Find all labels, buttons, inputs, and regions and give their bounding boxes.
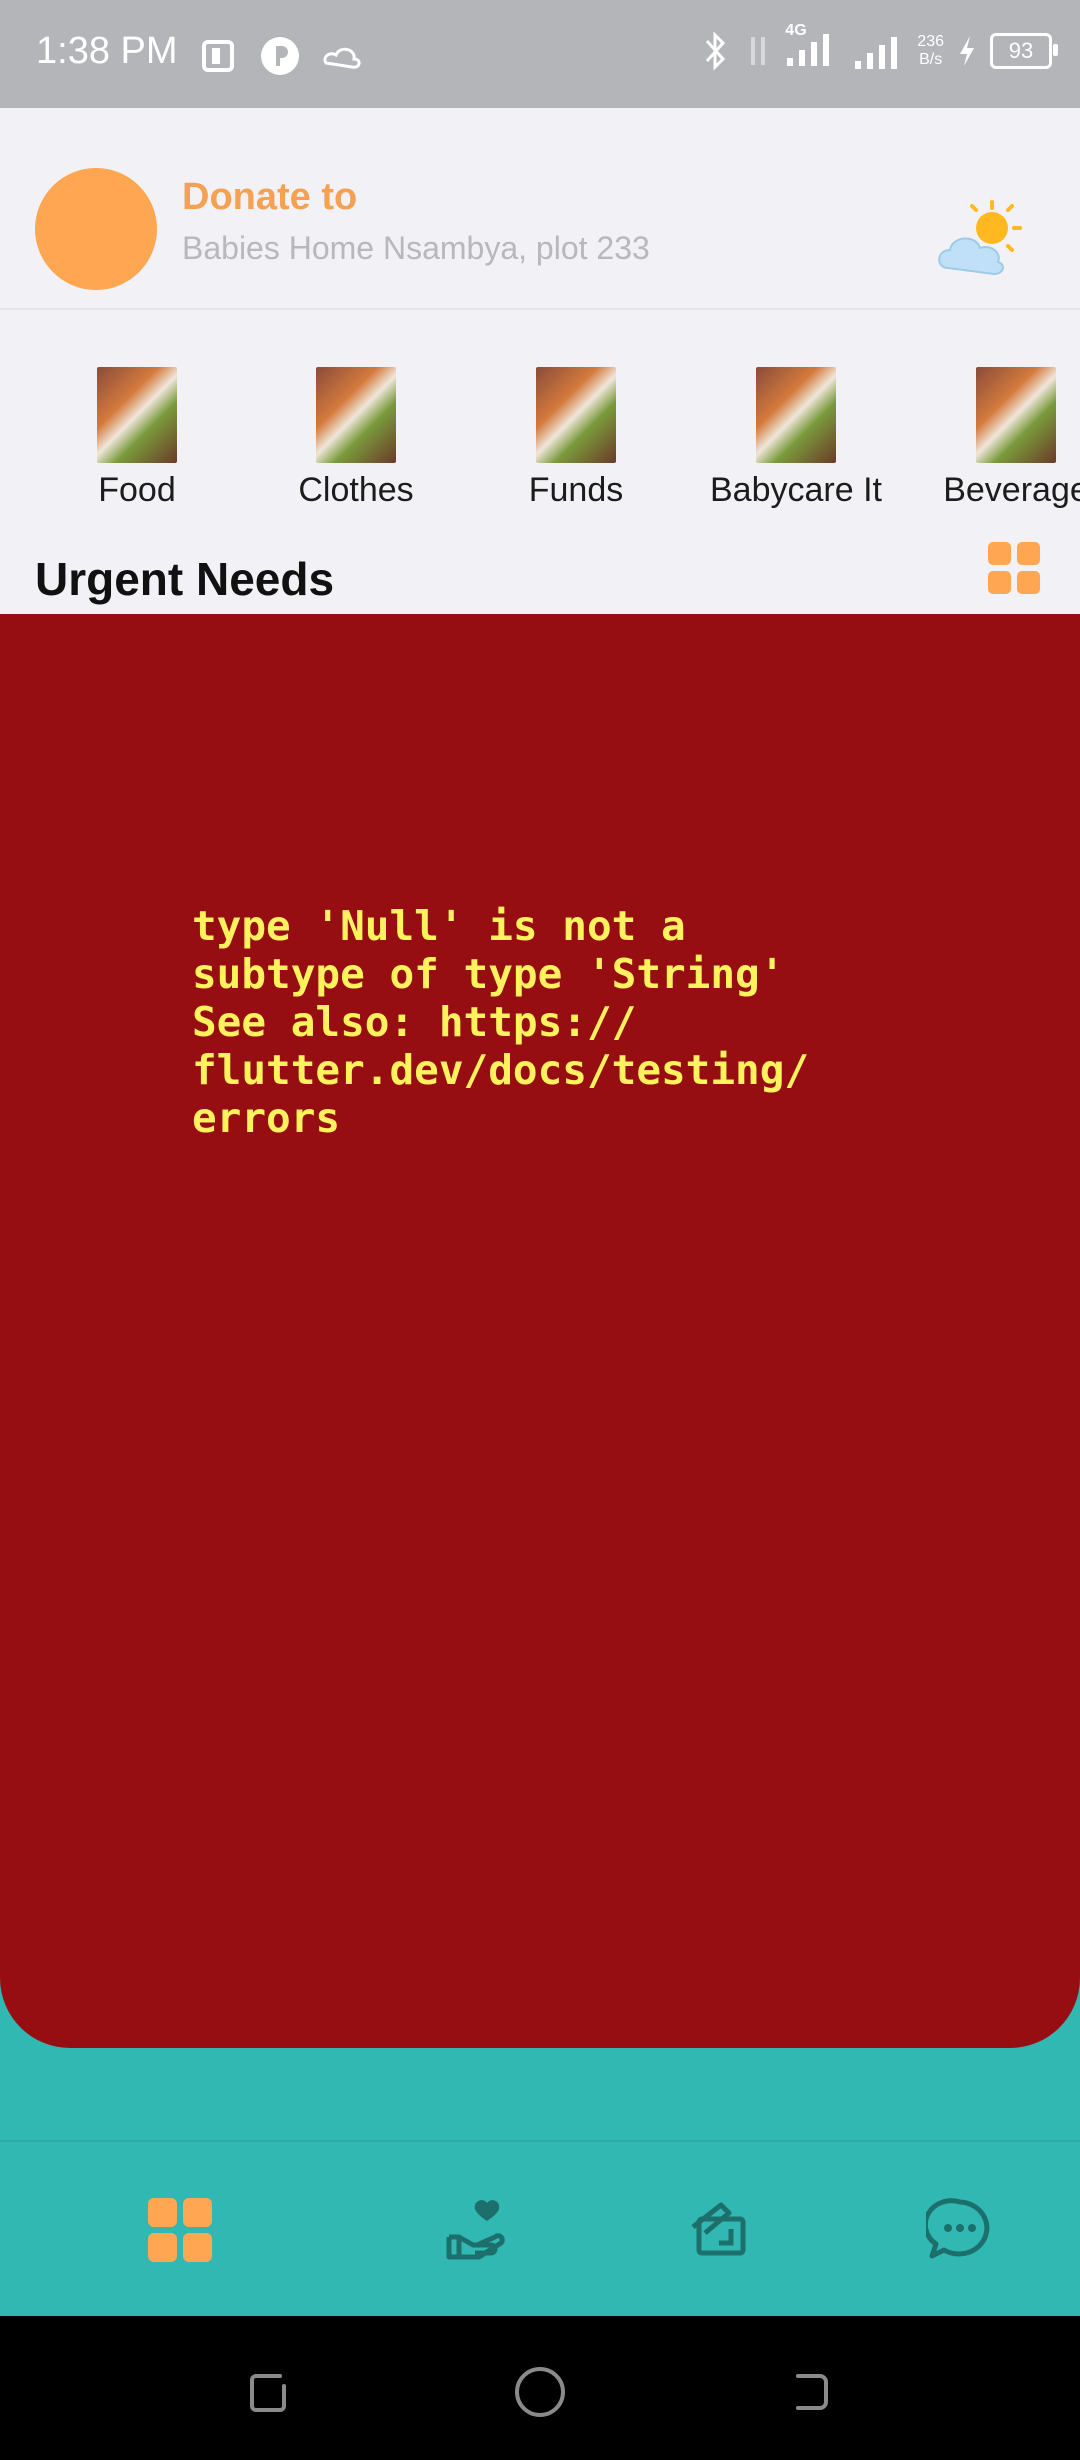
- error-message: type 'Null' is not a subtype of type 'St…: [192, 902, 810, 1142]
- recents-icon[interactable]: [240, 2362, 300, 2422]
- category-image: [536, 367, 616, 463]
- category-item-clothes[interactable]: Clothes: [256, 367, 456, 510]
- donate-header: Donate to Babies Home Nsambya, plot 233: [0, 108, 1080, 310]
- net-speed: 236 B/s: [917, 33, 944, 69]
- category-label: Babycare It: [710, 471, 882, 509]
- category-item-funds[interactable]: Funds: [476, 367, 676, 510]
- bluetooth-icon: [706, 30, 726, 71]
- system-nav-bar: [0, 2316, 1080, 2460]
- category-image: [976, 367, 1056, 463]
- location-text[interactable]: Babies Home Nsambya, plot 233: [182, 230, 650, 267]
- charging-icon: [960, 35, 974, 66]
- nav-chat[interactable]: [920, 2190, 1000, 2270]
- document-edit-icon: [691, 2202, 746, 2256]
- category-item-beverage[interactable]: Beverage: [916, 367, 1080, 510]
- grid-view-icon[interactable]: [988, 542, 1040, 594]
- status-right-icons: 4G 236 B/s 93: [701, 22, 1058, 73]
- grid-home-icon: [148, 2198, 212, 2262]
- status-bar: 1:38 PM 4G 236 B/s 93: [0, 0, 1080, 108]
- category-item-food[interactable]: Food: [37, 367, 237, 510]
- nav-requests[interactable]: [680, 2190, 760, 2270]
- app-notification-icon: [202, 40, 234, 72]
- notification-icons: [200, 34, 364, 78]
- category-label: Clothes: [298, 471, 414, 509]
- error-panel: type 'Null' is not a subtype of type 'St…: [0, 614, 1080, 2048]
- back-icon[interactable]: [780, 2362, 840, 2422]
- category-label: Beverage: [943, 471, 1080, 509]
- battery-icon: 93: [990, 32, 1058, 69]
- circle-p-icon: [261, 37, 299, 75]
- nav-donate[interactable]: [438, 2190, 518, 2270]
- net-speed-value: 236: [917, 32, 944, 50]
- partly-sunny-icon: [938, 200, 1022, 276]
- donate-label: Donate to: [182, 176, 358, 218]
- nav-home[interactable]: [140, 2190, 220, 2270]
- category-strip[interactable]: Food Clothes Funds Babycare It Beverage: [0, 345, 1080, 515]
- category-image: [97, 367, 177, 463]
- cloud-notification-icon: [323, 47, 361, 69]
- signal-icon: [855, 36, 898, 69]
- data-transfer-icon: [751, 36, 766, 65]
- section-title: Urgent Needs: [35, 553, 335, 605]
- category-label: Funds: [528, 471, 624, 509]
- home-icon[interactable]: [510, 2362, 570, 2422]
- category-item-babycare[interactable]: Babycare It: [696, 367, 896, 510]
- battery-level: 93: [1008, 37, 1034, 63]
- avatar[interactable]: [35, 168, 157, 290]
- donate-hand-heart-icon: [446, 2200, 505, 2260]
- category-image: [756, 367, 836, 463]
- net-speed-unit: B/s: [919, 50, 943, 68]
- category-label: Food: [98, 471, 176, 509]
- network-type-label: 4G: [785, 22, 807, 39]
- signal-4g-icon: 4G: [785, 22, 839, 73]
- status-time: 1:38 PM: [36, 30, 178, 72]
- category-image: [316, 367, 396, 463]
- bottom-nav: [0, 2140, 1080, 2318]
- chat-bubble-icon: [926, 2198, 990, 2259]
